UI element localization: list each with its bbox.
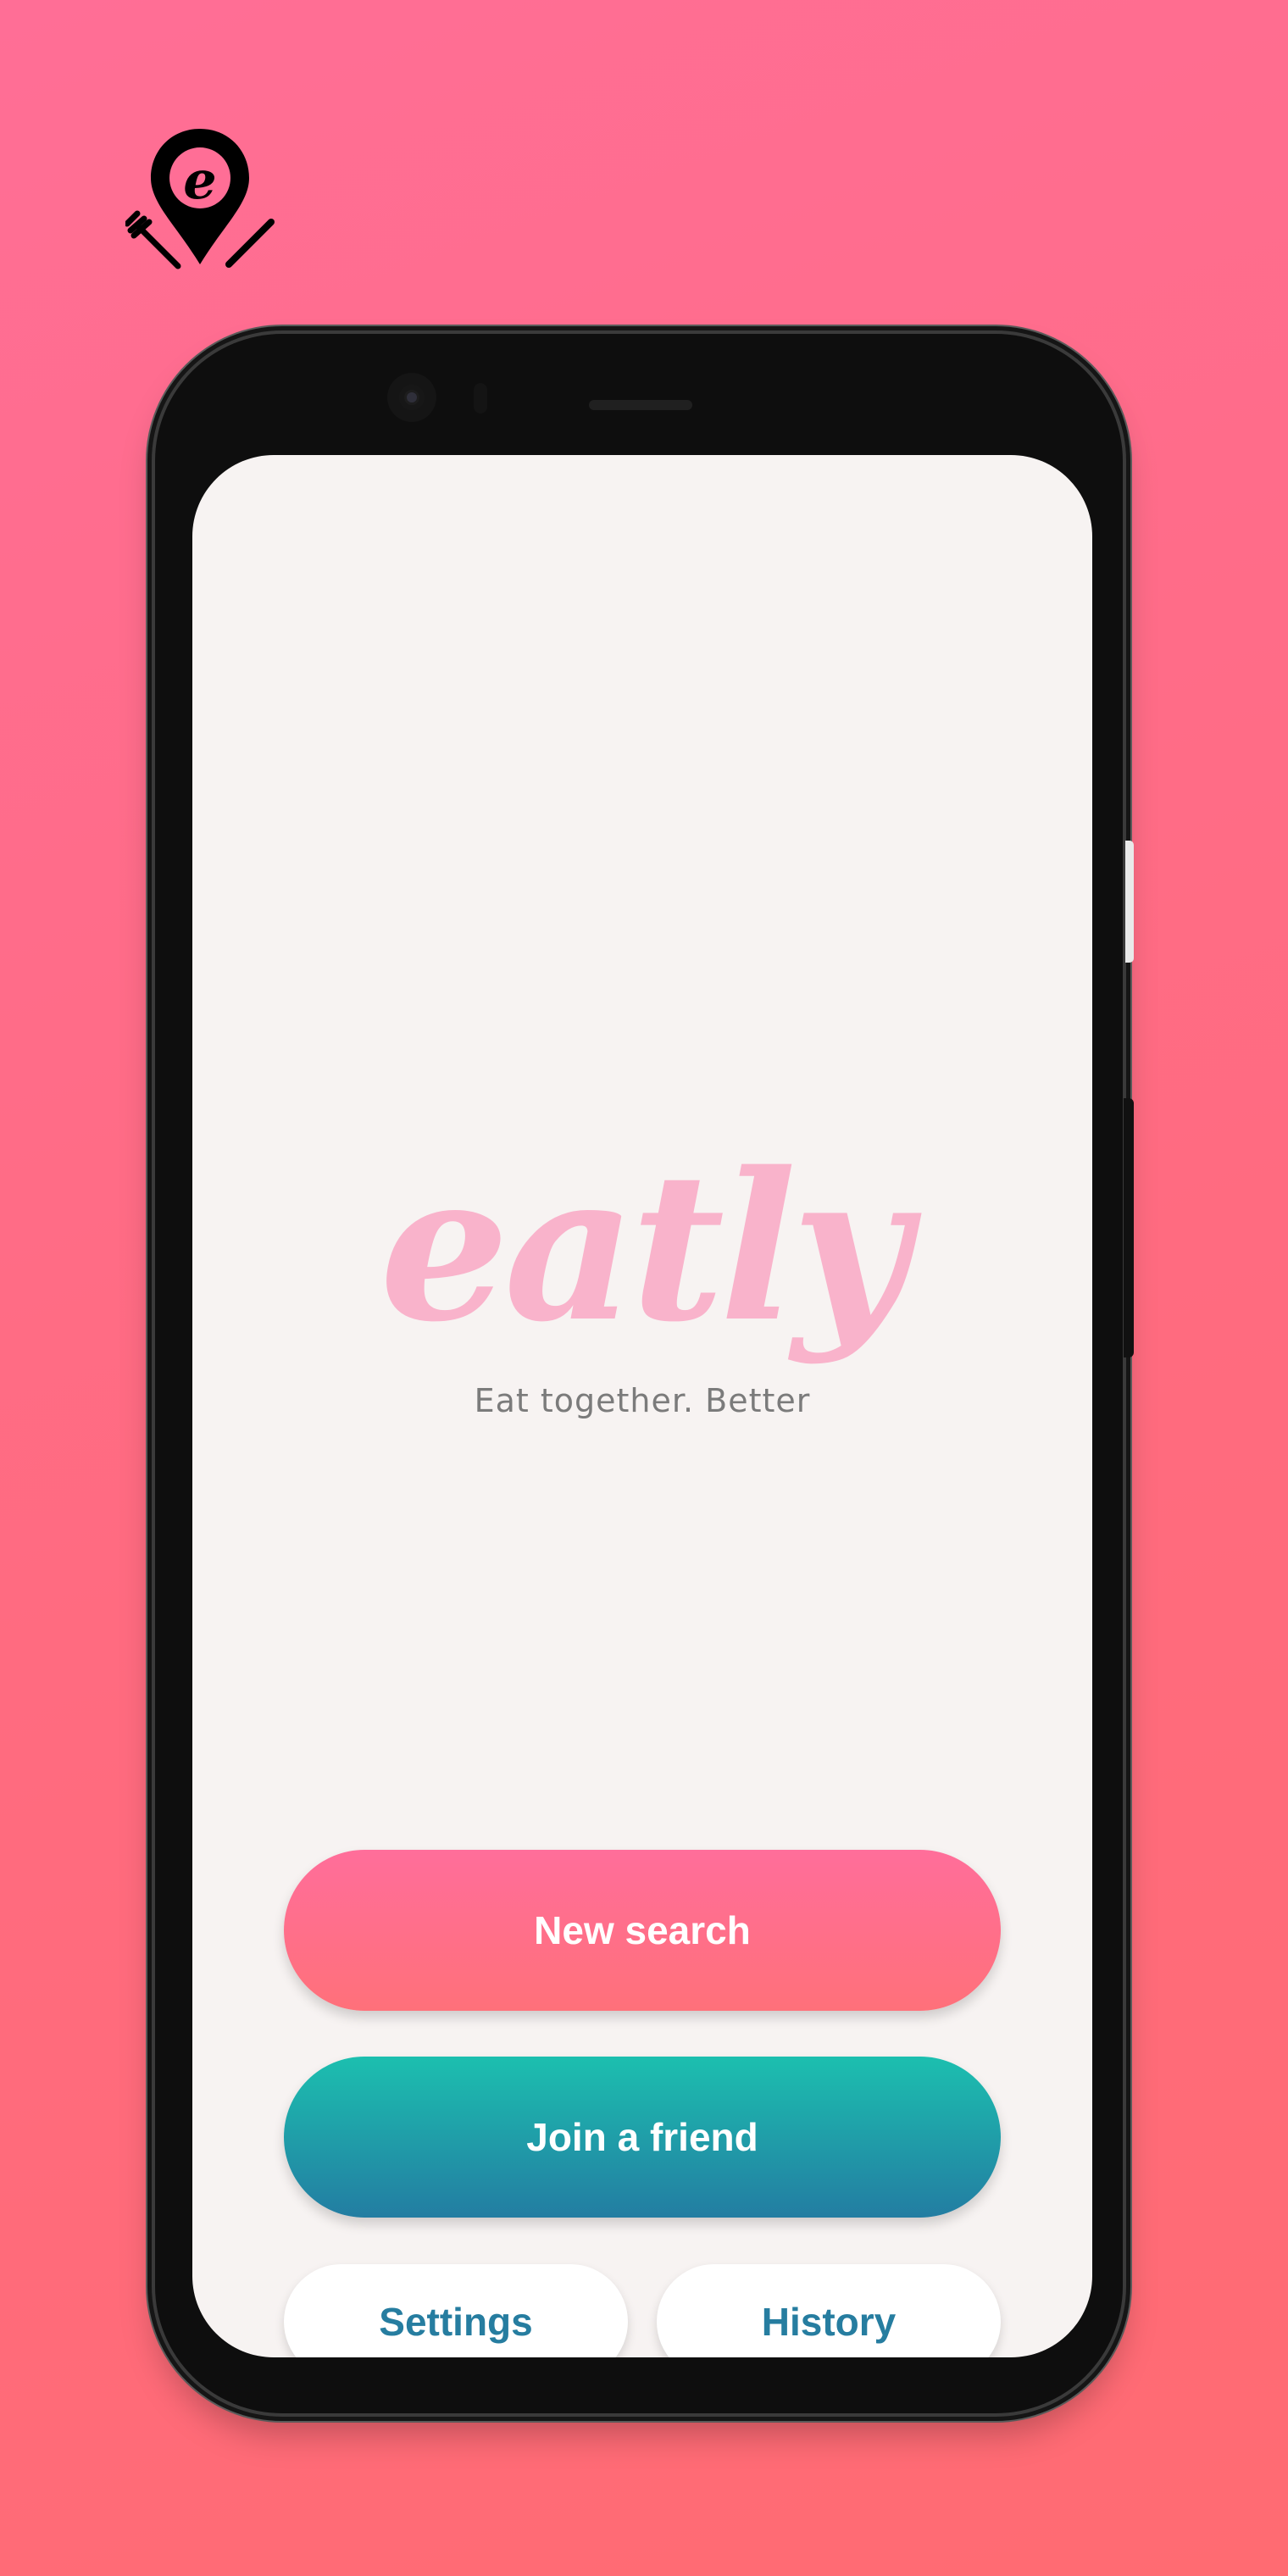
power-button	[1125, 841, 1134, 963]
volume-button	[1124, 1098, 1134, 1357]
settings-label: Settings	[379, 2300, 533, 2344]
logo-letter: e	[183, 149, 216, 211]
front-camera	[399, 385, 425, 410]
new-search-button[interactable]: New search	[284, 1850, 1001, 2011]
restaurant-location-pin-icon: e	[124, 125, 275, 275]
join-friend-button[interactable]: Join a friend	[284, 2057, 1001, 2218]
home-screen: eatly Eat together. Better New search Jo…	[192, 455, 1092, 2357]
phone-frame: eatly Eat together. Better New search Jo…	[155, 334, 1123, 2413]
join-friend-label: Join a friend	[526, 2115, 758, 2159]
app-tagline: Eat together. Better	[474, 1382, 811, 1419]
app-wordmark: eatly	[380, 1128, 910, 1367]
proximity-sensor	[474, 383, 487, 414]
settings-button[interactable]: Settings	[284, 2264, 628, 2357]
new-search-label: New search	[534, 1908, 751, 1952]
history-button[interactable]: History	[657, 2264, 1001, 2357]
history-label: History	[761, 2300, 897, 2344]
earpiece-speaker	[589, 400, 692, 410]
